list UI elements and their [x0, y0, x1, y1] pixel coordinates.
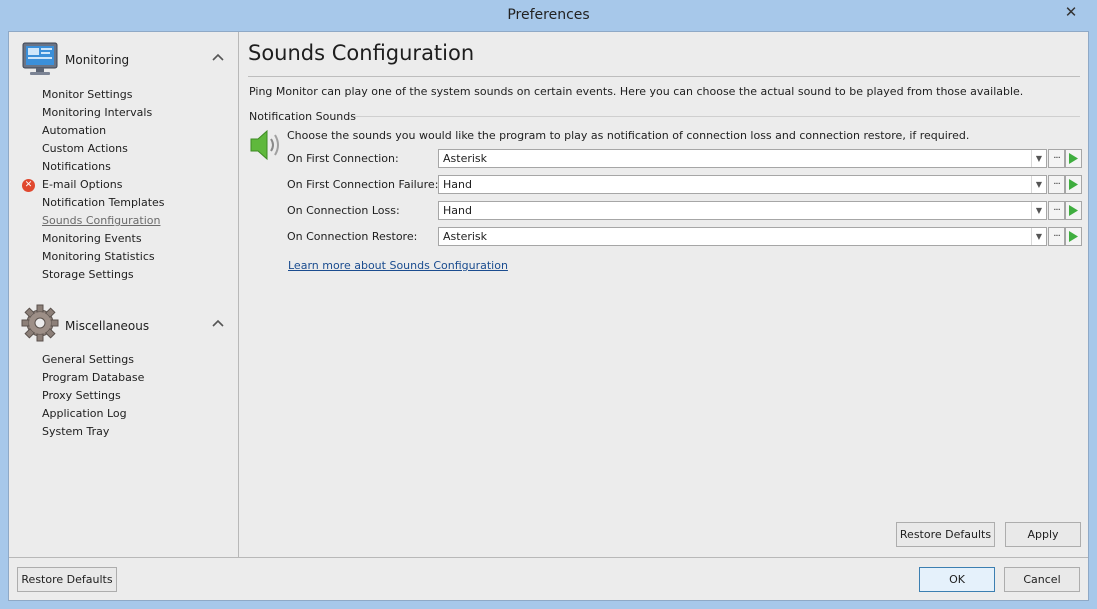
sidebar-item-proxy-settings[interactable]: Proxy Settings [42, 387, 121, 405]
sidebar-item-monitoring-statistics[interactable]: Monitoring Statistics [42, 248, 155, 266]
combo-value: Asterisk [443, 152, 488, 165]
more-icon: ··· [1053, 231, 1060, 242]
section-divider [355, 116, 1080, 117]
sidebar-item-custom-actions[interactable]: Custom Actions [42, 140, 128, 158]
intro-text: Ping Monitor can play one of the system … [249, 85, 1024, 98]
title-divider [248, 76, 1080, 77]
sidebar-item-email-options[interactable]: E-mail Options [42, 176, 122, 194]
play-icon [1069, 153, 1078, 164]
main-content: Sounds Configuration Ping Monitor can pl… [240, 32, 1088, 557]
browse-button[interactable]: ··· [1048, 175, 1065, 194]
page-title: Sounds Configuration [248, 41, 475, 65]
play-sound-button[interactable] [1065, 227, 1082, 246]
chevron-up-icon[interactable] [210, 50, 226, 66]
play-icon [1069, 231, 1078, 242]
section-description: Choose the sounds you would like the pro… [287, 129, 970, 142]
preferences-window: Preferences ✕ Monitoring Monitor Setting… [0, 0, 1097, 609]
play-sound-button[interactable] [1065, 201, 1082, 220]
restore-defaults-button[interactable]: Restore Defaults [17, 567, 117, 592]
nav-group-title: Monitoring [65, 53, 130, 67]
close-button[interactable]: ✕ [1053, 1, 1089, 23]
first-connection-label: On First Connection: [287, 152, 399, 165]
nav-group-miscellaneous[interactable]: Miscellaneous [21, 303, 226, 343]
learn-more-link[interactable]: Learn more about Sounds Configuration [288, 259, 508, 272]
title-bar: Preferences ✕ [0, 0, 1097, 31]
play-sound-button[interactable] [1065, 149, 1082, 168]
first-connection-sound-select[interactable]: Asterisk ▼ [438, 149, 1047, 168]
chevron-down-icon[interactable]: ▼ [1031, 150, 1046, 167]
nav-group-monitoring[interactable]: Monitoring [21, 38, 226, 78]
play-sound-button[interactable] [1065, 175, 1082, 194]
first-connection-failure-label: On First Connection Failure: [287, 178, 439, 191]
more-icon: ··· [1053, 179, 1060, 190]
sidebar-item-general-settings[interactable]: General Settings [42, 351, 134, 369]
sidebar-item-system-tray[interactable]: System Tray [42, 423, 109, 441]
sidebar: Monitoring Monitor Settings Monitoring I… [9, 32, 239, 557]
restore-defaults-page-button[interactable]: Restore Defaults [896, 522, 995, 547]
sidebar-item-notifications[interactable]: Notifications [42, 158, 111, 176]
more-icon: ··· [1053, 205, 1060, 216]
section-label: Notification Sounds [249, 110, 356, 123]
connection-loss-label: On Connection Loss: [287, 204, 400, 217]
sidebar-item-application-log[interactable]: Application Log [42, 405, 127, 423]
monitor-icon [22, 42, 58, 75]
speaker-icon [250, 129, 279, 161]
nav-group-title: Miscellaneous [65, 319, 150, 333]
sidebar-item-monitoring-intervals[interactable]: Monitoring Intervals [42, 104, 152, 122]
sidebar-item-monitoring-events[interactable]: Monitoring Events [42, 230, 142, 248]
close-icon: ✕ [1064, 3, 1078, 21]
sidebar-item-monitor-settings[interactable]: Monitor Settings [42, 86, 132, 104]
sidebar-item-storage-settings[interactable]: Storage Settings [42, 266, 134, 284]
connection-loss-sound-select[interactable]: Hand ▼ [438, 201, 1047, 220]
play-icon [1069, 179, 1078, 190]
window-title: Preferences [507, 7, 590, 23]
cancel-button[interactable]: Cancel [1004, 567, 1080, 592]
ok-button[interactable]: OK [919, 567, 995, 592]
footer-divider [9, 557, 1088, 558]
sidebar-item-program-database[interactable]: Program Database [42, 369, 144, 387]
combo-value: Hand [443, 178, 472, 191]
connection-restore-label: On Connection Restore: [287, 230, 418, 243]
chevron-up-icon[interactable] [210, 316, 226, 332]
combo-value: Asterisk [443, 230, 488, 243]
apply-button[interactable]: Apply [1005, 522, 1081, 547]
gear-icon [21, 304, 59, 342]
client-area: Monitoring Monitor Settings Monitoring I… [8, 31, 1089, 601]
first-connection-failure-sound-select[interactable]: Hand ▼ [438, 175, 1047, 194]
combo-value: Hand [443, 204, 472, 217]
sidebar-item-notification-templates[interactable]: Notification Templates [42, 194, 165, 212]
chevron-down-icon[interactable]: ▼ [1031, 202, 1046, 219]
chevron-down-icon[interactable]: ▼ [1031, 176, 1046, 193]
browse-button[interactable]: ··· [1048, 149, 1065, 168]
sidebar-item-sounds-configuration[interactable]: Sounds Configuration [42, 212, 160, 230]
browse-button[interactable]: ··· [1048, 227, 1065, 246]
error-icon: ✕ [22, 179, 35, 192]
more-icon: ··· [1053, 153, 1060, 164]
browse-button[interactable]: ··· [1048, 201, 1065, 220]
connection-restore-sound-select[interactable]: Asterisk ▼ [438, 227, 1047, 246]
play-icon [1069, 205, 1078, 216]
sidebar-item-automation[interactable]: Automation [42, 122, 106, 140]
chevron-down-icon[interactable]: ▼ [1031, 228, 1046, 245]
